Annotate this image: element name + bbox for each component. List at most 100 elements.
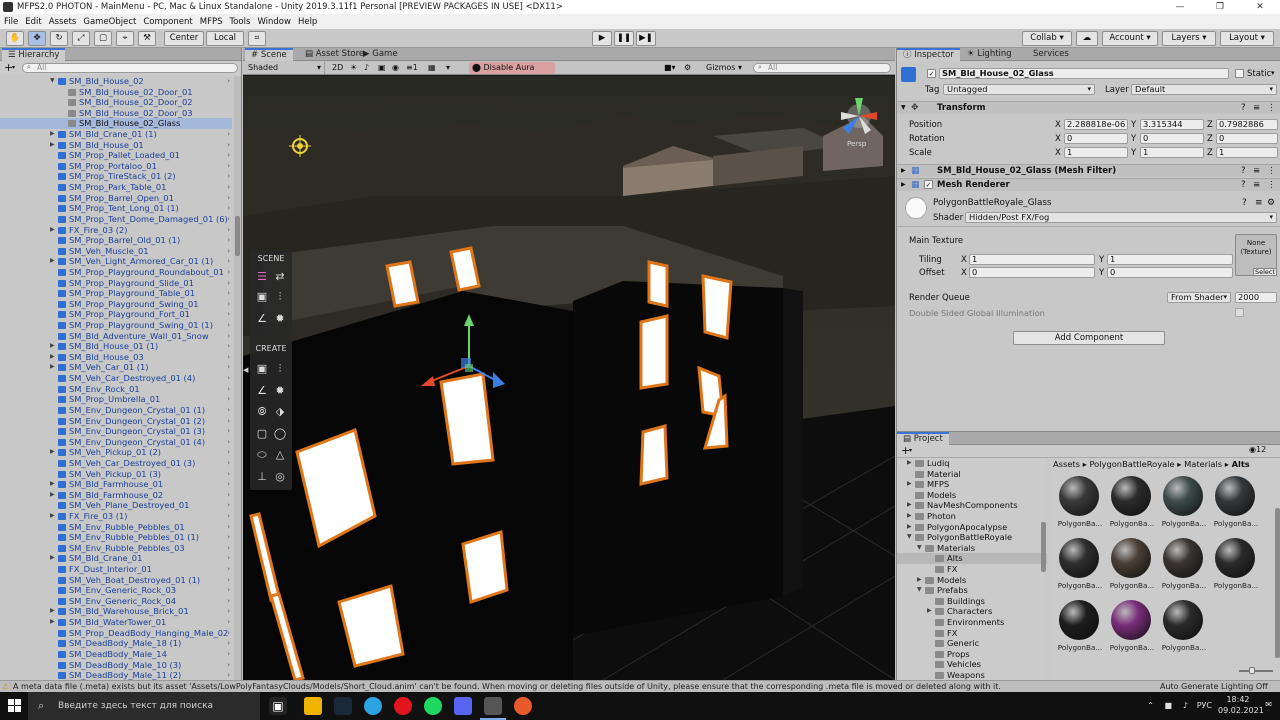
prefab-open-icon[interactable]: › [227,649,230,660]
menu-gameobject[interactable]: GameObject [83,17,136,27]
play-icon[interactable]: ▶ [592,31,612,46]
task-view-icon[interactable]: ▣ [269,697,287,715]
collapse-arrow-icon[interactable]: ▶ [907,522,912,533]
collapse-arrow-icon[interactable]: ▶ [50,341,55,352]
hierarchy-item[interactable]: ▶ SM_Bld_House_01 (1) › [0,341,232,352]
project-folder-item[interactable]: ▶ Photon [897,511,1047,522]
expand-arrow-icon[interactable]: ▼ [50,76,55,87]
hierarchy-item[interactable]: ▶ SM_Bld_WaterTower_01 › [0,617,232,628]
pivot-tool-icon[interactable]: ☰ [255,270,269,284]
prefab-open-icon[interactable]: › [227,511,230,522]
prefab-open-icon[interactable]: › [227,235,230,246]
project-folder-item[interactable]: Buildings [897,596,1047,607]
prefab-open-icon[interactable]: › [227,575,230,586]
prefab-open-icon[interactable]: › [227,458,230,469]
console-message[interactable]: A meta data file (.meta) exists but its … [13,681,1153,692]
prefab-open-icon[interactable]: › [227,638,230,649]
mesh-renderer-checkbox[interactable]: ✓ [924,180,933,189]
cloud-icon[interactable]: ☁ [1076,31,1098,46]
hierarchy-item[interactable]: ▶ SM_Bld_Warehouse_Brick_01 › [0,606,232,617]
offset-x-field[interactable]: 0 [969,267,1095,278]
help-icon[interactable]: ? [1242,198,1247,208]
scene-camera-settings-icon[interactable]: ⚙ [681,62,694,74]
taskbar-search-input[interactable]: ⌕ Введите здесь текст для поиска [28,692,260,720]
material-asset[interactable]: PolygonBa... [1109,536,1154,590]
hierarchy-item[interactable]: SM_Prop_Playground_Fort_01 › [0,309,232,320]
hidden-objects-icon[interactable]: ◉ [389,62,402,74]
project-folder-item[interactable]: Weapons [897,670,1047,680]
hierarchy-item[interactable]: ▼ SM_Bld_House_02 › [0,76,232,87]
tab-services[interactable]: Services [1027,48,1075,61]
collapse-arrow-icon[interactable]: ▶ [907,458,912,469]
rect-tool-icon[interactable]: ▢ [94,31,112,46]
prefab-open-icon[interactable]: › [227,426,230,437]
layers-icon[interactable]: ⬗ [273,405,287,419]
prefab-open-icon[interactable]: › [227,299,230,310]
prefab-open-icon[interactable]: › [227,447,230,458]
hierarchy-item[interactable]: ▶ SM_Bld_Crane_01 › [0,553,232,564]
project-folder-item[interactable]: ▼ PolygonBattleRoyale [897,532,1047,543]
hierarchy-item[interactable]: SM_Env_Dungeon_Crystal_01 (4) › [0,437,232,448]
hierarchy-item[interactable]: SM_Bld_House_02_Glass [0,118,232,130]
project-folder-item[interactable]: FX [897,564,1047,575]
material-asset[interactable]: PolygonBa... [1161,474,1206,528]
material-asset[interactable]: PolygonBa... [1109,598,1154,652]
tag-dropdown[interactable]: Untagged ▾ [943,84,1095,95]
network-icon[interactable]: ■ [1164,701,1172,710]
breadcrumb-assets[interactable]: Assets [1053,459,1080,469]
pause-icon[interactable]: ❚❚ [614,31,634,46]
collapse-arrow-icon[interactable]: ▶ [50,447,55,458]
clock-time[interactable]: 18:42 [1218,695,1258,704]
unity-taskbar-icon[interactable] [480,697,506,720]
prefab-open-icon[interactable]: › [227,628,230,639]
layer-visibility-icon[interactable]: ≡1 [403,62,421,74]
hierarchy-item[interactable]: SM_Prop_Playground_Swing_01 (1) › [0,320,232,331]
project-folder-item[interactable]: Material [897,469,1047,480]
grid-toggle-icon[interactable]: ▦ [425,62,439,74]
clock-date[interactable]: 09.02.2021 [1218,706,1264,715]
mesh-renderer-header[interactable]: ▶ ▦ ✓ Mesh Renderer ? ≡ ⋮ [897,178,1280,191]
prefab-open-icon[interactable]: › [227,617,230,628]
prefab-open-icon[interactable]: › [227,606,230,617]
snap-icon[interactable]: ⌗ [248,31,266,46]
project-folder-item[interactable]: Models [897,490,1047,501]
prefab-open-icon[interactable]: › [227,246,230,257]
prefab-open-icon[interactable]: › [227,405,230,416]
hierarchy-item[interactable]: SM_Bld_Adventure_Wall_01_Snow › [0,331,232,342]
material-asset[interactable]: PolygonBa... [1057,474,1102,528]
maximize-icon[interactable]: ❐ [1200,0,1240,14]
hierarchy-item[interactable]: SM_Env_Generic_Rock_03 › [0,585,232,596]
hierarchy-item[interactable]: SM_Veh_Plane_Destroyed_01 › [0,500,232,511]
move-tool-icon[interactable]: ✥ [28,31,46,46]
hierarchy-item[interactable]: SM_Prop_Playground_Swing_01 › [0,299,232,310]
hierarchy-item[interactable]: SM_Env_Rubble_Pebbles_01 › [0,522,232,533]
angle-icon[interactable]: ∠ [255,312,269,326]
collapse-arrow-icon[interactable]: ▶ [50,362,55,373]
hierarchy-item[interactable]: SM_Prop_Barrel_Open_01 › [0,193,232,204]
hierarchy-item[interactable]: ▶ SM_Bld_House_03 › [0,352,232,363]
prefab-open-icon[interactable]: › [227,553,230,564]
hierarchy-item[interactable]: SM_Prop_Playground_Table_01 › [0,288,232,299]
project-folder-item[interactable]: ▶ PolygonApocalypse [897,522,1047,533]
material-asset[interactable]: PolygonBa... [1109,474,1154,528]
scale-z-field[interactable]: 1 [1216,147,1278,158]
breadcrumb-polygonbattleroyale[interactable]: PolygonBattleRoyale [1089,459,1174,469]
transform-header[interactable]: ▼ ✥ Transform ? ≡ ⋮ [897,101,1280,114]
hierarchy-item[interactable]: SM_Prop_Pallet_Loaded_01 › [0,150,232,161]
hierarchy-item[interactable]: SM_Prop_Tent_Long_01 (1) › [0,203,232,214]
prefab-open-icon[interactable]: › [227,256,230,267]
hand-tool-icon[interactable]: ✋ [6,31,24,46]
material-asset[interactable]: PolygonBa... [1161,536,1206,590]
cylinder-icon[interactable]: ⬭ [255,448,269,462]
sphere-icon[interactable]: ◯ [273,427,287,441]
grass-icon[interactable]: ⫶ [273,290,287,304]
draw-mode-dropdown[interactable]: Shaded ▾ [245,62,325,74]
menu-edit[interactable]: Edit [25,17,41,27]
hierarchy-item[interactable]: SM_Veh_Car_Destroyed_01 (4) › [0,373,232,384]
project-folder-item[interactable]: ▶ NavMeshComponents [897,500,1047,511]
collapse-arrow-icon[interactable]: ▶ [50,256,55,267]
prefab-open-icon[interactable]: › [227,140,230,151]
scrollbar-thumb[interactable] [235,216,240,256]
collapse-arrow-icon[interactable]: ▶ [50,479,55,490]
prefab-open-icon[interactable]: › [227,564,230,575]
